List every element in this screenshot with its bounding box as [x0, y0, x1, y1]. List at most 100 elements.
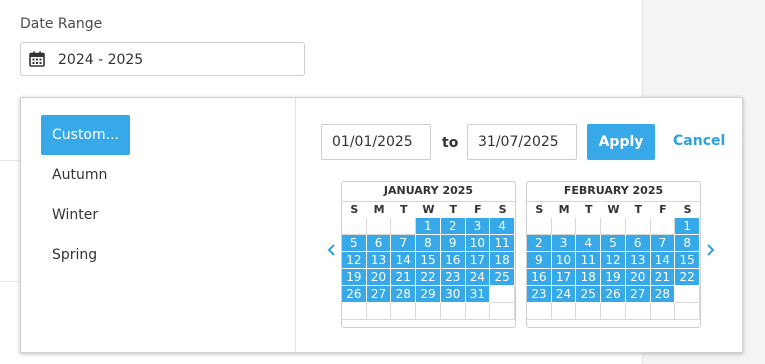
calendar-day[interactable]: 16 — [527, 269, 552, 286]
calendar-day[interactable]: 9 — [440, 235, 466, 252]
date-range-value: 2024 - 2025 — [58, 52, 144, 68]
to-label: to — [442, 135, 459, 151]
calendar-day[interactable]: 19 — [342, 269, 367, 286]
calendar-day[interactable]: 21 — [650, 269, 676, 286]
date-range-label: Date Range — [20, 16, 103, 32]
calendar-day[interactable]: 23 — [527, 286, 552, 303]
calendar-day[interactable]: 2 — [527, 235, 552, 252]
calendar-day[interactable]: 4 — [576, 235, 602, 252]
calendar-day[interactable]: 19 — [601, 269, 626, 286]
calendar-grid: S M T W T F S 1 2 3 4 5 6 7 8 9 10 11 12 13 14 15 16 17 18 19 20 21… — [342, 201, 515, 320]
month-title: JANUARY 2025 — [383, 184, 474, 197]
calendar-day[interactable]: 13 — [366, 252, 392, 269]
calendar-day[interactable]: 6 — [625, 235, 651, 252]
calendar-day[interactable]: 24 — [551, 286, 577, 303]
calendar-day[interactable]: 28 — [650, 286, 676, 303]
calendar-day[interactable]: 14 — [391, 252, 417, 269]
calendar-day[interactable]: 31 — [465, 286, 491, 303]
calendar-day[interactable]: 5 — [342, 235, 367, 252]
calendar-day[interactable]: 10 — [551, 252, 577, 269]
calendar-empty-cell — [527, 218, 552, 235]
calendar-day[interactable]: 11 — [490, 235, 515, 252]
month-calendar-january: JANUARY 2025 S M T W T F S 1 2 3 4 5 6 7 8 9 10 11 12 13 14 1… — [341, 181, 516, 328]
calendar-day[interactable]: 13 — [625, 252, 651, 269]
calendar-grid: S M T W T F S 1 2 3 4 5 6 7 8 9 10 11 12 13 14 15 16 17 18 19 20 21… — [527, 201, 700, 320]
calendar-empty-cell — [576, 218, 602, 235]
weekday-header: S — [527, 201, 552, 218]
calendar-day[interactable]: 26 — [342, 286, 367, 303]
calendar-day[interactable]: 2 — [440, 218, 466, 235]
calendar-empty-cell — [391, 218, 417, 235]
date-range-input[interactable]: 2024 - 2025 — [20, 42, 305, 76]
preset-spring[interactable]: Spring — [41, 235, 108, 275]
month-calendar-february: FEBRUARY 2025 S M T W T F S 1 2 3 4 5 6 7 8 9 10 11 12 13 14… — [526, 181, 701, 328]
calendar-day[interactable]: 17 — [551, 269, 577, 286]
calendar-empty-cell — [527, 303, 552, 320]
weekday-header: M — [366, 201, 392, 218]
apply-button[interactable]: Apply — [587, 124, 655, 160]
calendar-day[interactable]: 18 — [576, 269, 602, 286]
calendar-day[interactable]: 25 — [576, 286, 602, 303]
calendar-empty-cell — [391, 303, 417, 320]
calendar-day[interactable]: 9 — [527, 252, 552, 269]
calendar-day[interactable]: 3 — [551, 235, 577, 252]
calendar-empty-cell — [440, 303, 466, 320]
calendar-day[interactable]: 16 — [440, 252, 466, 269]
calendar-day[interactable]: 27 — [366, 286, 392, 303]
calendar-day[interactable]: 15 — [416, 252, 441, 269]
calendar-empty-cell — [650, 303, 676, 320]
calendar-empty-cell — [650, 218, 676, 235]
calendar-day[interactable]: 20 — [366, 269, 392, 286]
calendar-day[interactable]: 25 — [490, 269, 515, 286]
calendar-day[interactable]: 4 — [490, 218, 515, 235]
calendar-day[interactable]: 23 — [440, 269, 466, 286]
preset-custom[interactable]: Custom... — [41, 115, 130, 155]
date-range-popup: Custom... Autumn Winter Spring 01/01/202… — [20, 97, 743, 353]
calendar-empty-cell — [490, 286, 515, 303]
calendar-day[interactable]: 14 — [650, 252, 676, 269]
calendar-day[interactable]: 7 — [391, 235, 417, 252]
calendar-day[interactable]: 24 — [465, 269, 491, 286]
calendar-day[interactable]: 12 — [342, 252, 367, 269]
calendar-day[interactable]: 6 — [366, 235, 392, 252]
calendar-day[interactable]: 1 — [416, 218, 441, 235]
cancel-button[interactable]: Cancel — [673, 133, 725, 149]
calendar-day[interactable]: 22 — [675, 269, 700, 286]
calendar-day[interactable]: 21 — [391, 269, 417, 286]
calendar-day[interactable]: 8 — [675, 235, 700, 252]
preset-autumn[interactable]: Autumn — [41, 155, 118, 195]
chevron-left-icon[interactable] — [325, 242, 339, 258]
calendar-day[interactable]: 22 — [416, 269, 441, 286]
calendar-empty-cell — [465, 303, 491, 320]
calendar-day[interactable]: 20 — [625, 269, 651, 286]
calendar-day[interactable]: 26 — [601, 286, 626, 303]
calendar-icon — [29, 51, 45, 67]
calendar-day[interactable]: 7 — [650, 235, 676, 252]
calendar-day[interactable]: 8 — [416, 235, 441, 252]
chevron-right-icon[interactable] — [703, 242, 717, 258]
calendar-day[interactable]: 10 — [465, 235, 491, 252]
calendar-day[interactable]: 18 — [490, 252, 515, 269]
calendar-day[interactable]: 30 — [440, 286, 466, 303]
calendar-day[interactable]: 3 — [465, 218, 491, 235]
calendar-day[interactable]: 1 — [675, 218, 700, 235]
calendar-day[interactable]: 12 — [601, 252, 626, 269]
calendar-day[interactable]: 17 — [465, 252, 491, 269]
calendar-empty-cell — [366, 218, 392, 235]
calendar-day[interactable]: 15 — [675, 252, 700, 269]
weekday-header: S — [675, 201, 700, 218]
preset-winter[interactable]: Winter — [41, 195, 109, 235]
calendar-empty-cell — [490, 303, 515, 320]
calendar-day[interactable]: 27 — [625, 286, 651, 303]
calendar-empty-cell — [576, 303, 602, 320]
calendar-day[interactable]: 11 — [576, 252, 602, 269]
calendar-day[interactable]: 29 — [416, 286, 441, 303]
end-date-input[interactable]: 31/07/2025 — [467, 124, 577, 160]
calendar-empty-cell — [342, 218, 367, 235]
start-date-input[interactable]: 01/01/2025 — [321, 124, 431, 160]
month-title: FEBRUARY 2025 — [563, 184, 664, 197]
weekday-header: T — [440, 201, 466, 218]
calendar-day[interactable]: 5 — [601, 235, 626, 252]
weekday-header: S — [490, 201, 515, 218]
calendar-day[interactable]: 28 — [391, 286, 417, 303]
